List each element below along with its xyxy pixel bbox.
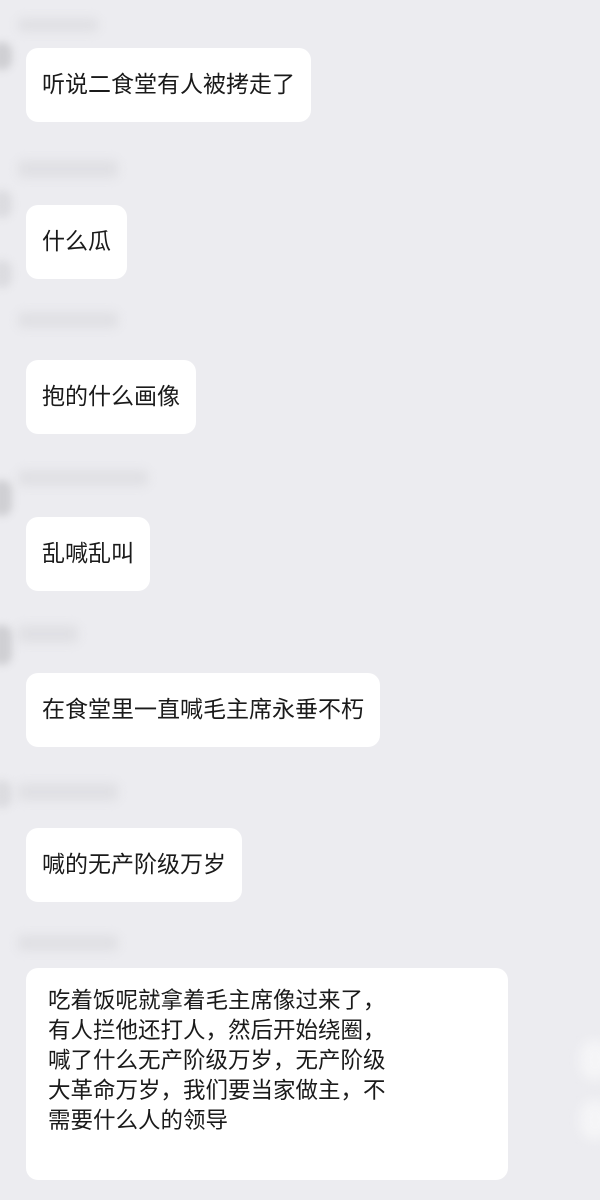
message-text-line: 吃着饭呢就拿着毛主席像过来了， xyxy=(48,988,386,1014)
redacted-sender-name xyxy=(18,312,118,328)
message-text: 乱喊乱叫 xyxy=(42,541,134,567)
chat-conversation: 听说二食堂有人被拷走了 什么瓜 抱的什么画像 乱喊乱叫 在食堂里一直喊毛主席永垂… xyxy=(0,0,600,1200)
message-bubble[interactable]: 在食堂里一直喊毛主席永垂不朽 xyxy=(26,673,380,747)
message-text: 在食堂里一直喊毛主席永垂不朽 xyxy=(42,697,364,723)
avatar[interactable] xyxy=(0,480,12,516)
message-text-line: 喊了什么无产阶级万岁，无产阶级 xyxy=(48,1048,386,1074)
redacted-sender-name xyxy=(18,160,118,178)
message-bubble[interactable]: 听说二食堂有人被拷走了 xyxy=(26,48,311,122)
message-bubble[interactable]: 吃着饭呢就拿着毛主席像过来了， 有人拦他还打人，然后开始绕圈， 喊了什么无产阶级… xyxy=(26,968,508,1180)
avatar[interactable] xyxy=(0,190,12,218)
redacted-sender-name xyxy=(18,625,78,643)
message-bubble[interactable]: 乱喊乱叫 xyxy=(26,517,150,591)
redacted-sender-name xyxy=(18,783,118,801)
avatar[interactable] xyxy=(0,260,12,288)
avatar[interactable] xyxy=(0,780,12,808)
avatar[interactable] xyxy=(0,42,12,70)
redacted-sender-name xyxy=(18,935,118,951)
message-text-line: 有人拦他还打人，然后开始绕圈， xyxy=(48,1018,386,1044)
message-text: 抱的什么画像 xyxy=(42,384,180,410)
message-bubble[interactable]: 喊的无产阶级万岁 xyxy=(26,828,242,902)
message-text: 听说二食堂有人被拷走了 xyxy=(42,72,295,98)
message-text: 喊的无产阶级万岁 xyxy=(42,852,226,878)
edge-artifact xyxy=(580,1100,600,1140)
message-bubble[interactable]: 什么瓜 xyxy=(26,205,127,279)
redacted-sender-name xyxy=(18,470,148,486)
message-bubble[interactable]: 抱的什么画像 xyxy=(26,360,196,434)
message-text: 什么瓜 xyxy=(42,229,111,255)
edge-artifact xyxy=(580,1040,600,1080)
redacted-sender-name xyxy=(18,18,98,32)
message-text-line: 需要什么人的领导 xyxy=(48,1108,229,1134)
avatar[interactable] xyxy=(0,625,12,665)
message-text-line: 大革命万岁，我们要当家做主，不 xyxy=(48,1078,386,1104)
